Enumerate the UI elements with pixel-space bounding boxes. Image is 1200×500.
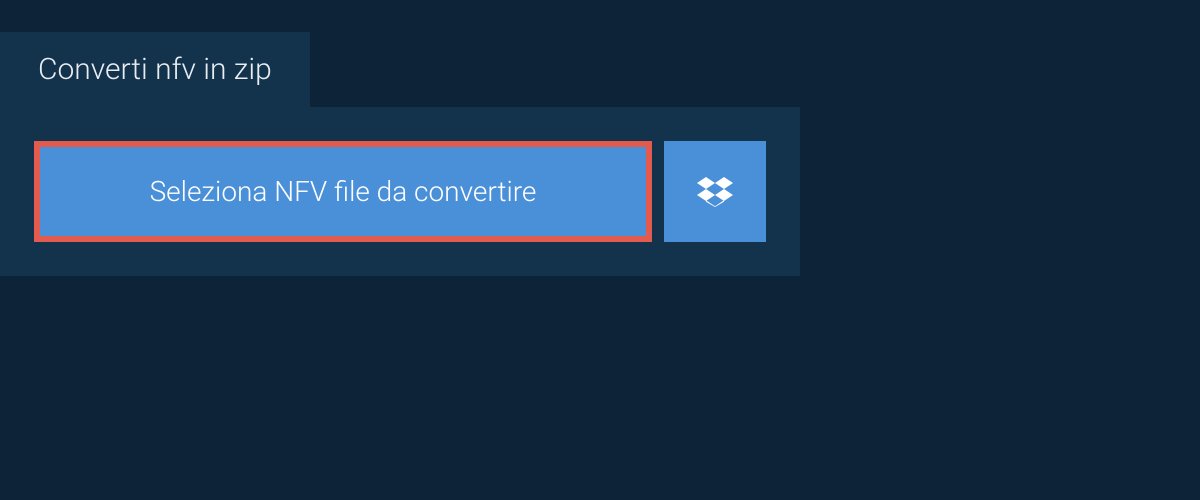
tab-label: Converti nfv in zip bbox=[38, 52, 272, 87]
dropbox-icon bbox=[697, 174, 733, 210]
tab-bar: Converti nfv in zip Seleziona NFV file d… bbox=[0, 0, 1200, 276]
tab-convert[interactable]: Converti nfv in zip bbox=[0, 32, 310, 107]
button-row: Seleziona NFV file da convertire bbox=[34, 141, 766, 242]
select-file-label: Seleziona NFV file da convertire bbox=[150, 175, 537, 208]
select-file-button[interactable]: Seleziona NFV file da convertire bbox=[34, 141, 652, 242]
converter-panel: Seleziona NFV file da convertire bbox=[0, 107, 800, 276]
dropbox-button[interactable] bbox=[664, 141, 766, 242]
